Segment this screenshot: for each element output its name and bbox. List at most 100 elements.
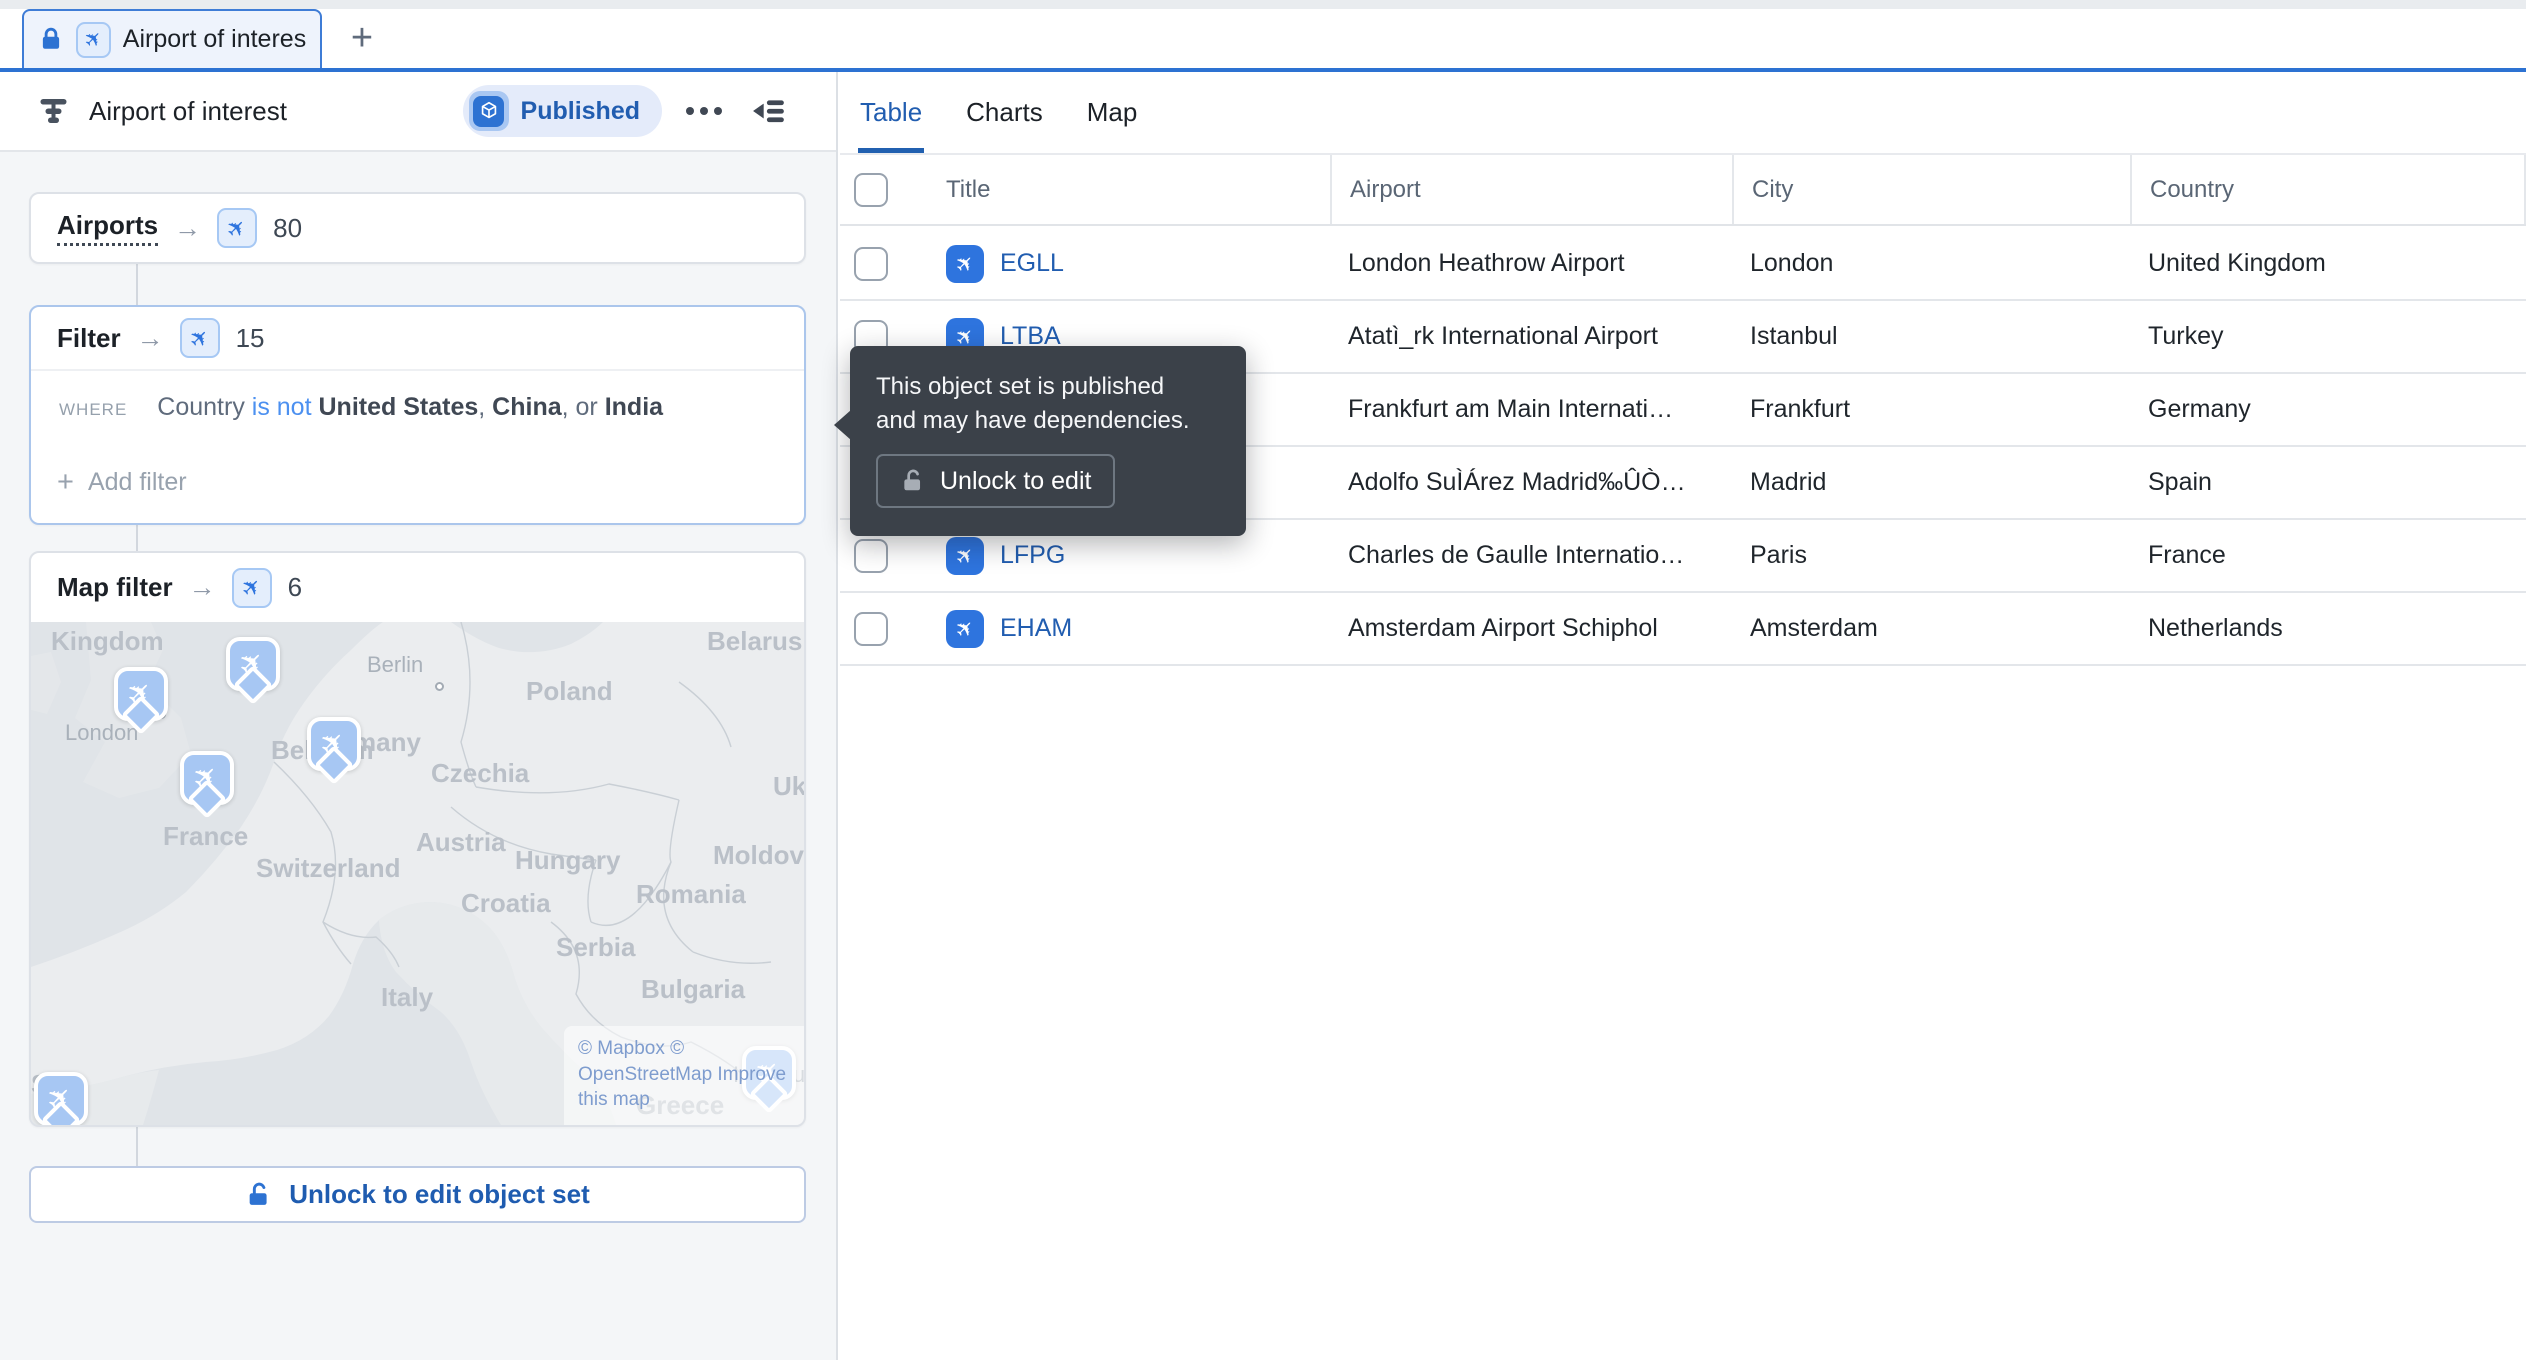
row-checkbox[interactable] [854,538,888,573]
select-all-checkbox[interactable] [854,172,888,207]
filter-sentence: Country is not United States, China, or … [157,393,664,421]
column-header-title[interactable]: Title [930,155,1330,224]
lock-icon [42,27,60,49]
airport-map-marker[interactable]: ✈ [114,667,168,721]
airplane-object-type-icon: ✈ [217,208,258,248]
country-cell: France [2148,541,2226,569]
collapse-panel-button[interactable] [746,87,792,135]
map-filter-preview[interactable]: KingdomBelarusPolandmanyBelgiumCzechiaUk… [31,622,804,1125]
where-label: WHERE [59,400,128,419]
pipeline-panel: Airports → ✈ 80 Filter → ✈ 15 WHERE Coun… [0,154,836,1360]
collapse-list-icon [753,100,784,123]
airport-cell: Amsterdam Airport Schiphol [1348,614,1658,642]
map-country-label: Romania [636,879,746,909]
airport-map-marker[interactable]: ✈ [180,751,234,805]
unlock-to-edit-button[interactable]: Unlock to edit [876,454,1116,509]
row-checkbox[interactable] [854,246,888,281]
map-country-label: Moldova [713,840,804,870]
view-tabs: Table Charts Map [840,72,2526,153]
airplane-object-icon: ✈ [946,244,984,283]
published-badge[interactable]: Published [462,85,662,137]
airport-map-marker[interactable]: ✈ [226,637,280,691]
table-row: ✈ EGLL London Heathrow Airport London Un… [840,228,2526,301]
object-set-filter-icon [40,99,67,123]
node-connector [136,1127,138,1166]
map-country-label: Serbia [556,932,636,962]
new-tab-button[interactable]: + [338,14,386,62]
filter-clause: WHERE Country is not United States, Chin… [59,393,778,422]
node-card-filter[interactable]: Filter → ✈ 15 WHERE Country is not Unite… [29,305,806,525]
window-top-strip [0,0,2526,9]
tooltip-arrow [834,410,851,440]
node-card-map-filter[interactable]: Map filter → ✈ 6 Kingdom Belarus Poland … [29,551,806,1127]
airport-cell: Charles de Gaulle Internatio… [1348,541,1685,569]
country-cell: Germany [2148,395,2251,423]
airplane-icon: ✈ [313,723,355,765]
object-link[interactable]: EGLL [1000,249,1064,278]
title-cell: ✈ EGLL [930,228,1330,299]
object-set-sidebar: Airport of interest Published Airports →… [0,72,838,1360]
more-options-button[interactable] [680,87,728,135]
airport-map-marker[interactable]: ✈ [34,1072,88,1125]
unlock-to-edit-object-set-button[interactable]: Unlock to edit object set [29,1166,806,1223]
object-set-title: Airport of interest [89,95,287,126]
tab-title: Airport of interest [122,25,306,53]
tab-strip: ✈ Airport of interest + [0,0,2526,68]
column-header-airport[interactable]: Airport [1330,155,1732,224]
object-link[interactable]: EHAM [1000,614,1072,643]
sidebar-header: Airport of interest Published [0,72,836,152]
node-card-airports[interactable]: Airports → ✈ 80 [29,192,806,264]
airplane-object-type-icon: ✈ [75,21,111,58]
ellipsis-icon [686,107,722,115]
column-header-country[interactable]: Country [2130,155,2526,224]
tab-charts[interactable]: Charts [966,72,1043,153]
map-country-label: Austria [416,827,506,857]
node-count: 80 [273,212,303,243]
node-count: 15 [235,322,265,353]
tab-table[interactable]: Table [857,72,925,153]
map-city-label: Berlin [367,652,424,677]
unlock-icon [249,1182,267,1205]
map-country-label: Uk [773,771,804,801]
airport-cell: London Heathrow Airport [1348,249,1625,277]
map-country-label: Belarus [707,626,803,656]
airplane-icon: ✈ [232,643,274,685]
airport-cell: Adolfo SuÌÁrez Madrid‰ÛÒ… [1348,468,1686,496]
airport-cell: Atatì_rk International Airport [1348,322,1658,350]
airplane-object-type-icon: ✈ [179,318,220,358]
airplane-object-type-icon: ✈ [231,567,272,608]
airport-cell: Frankfurt am Main Internati… [1348,395,1674,423]
map-city-dot [435,682,444,691]
tab-map[interactable]: Map [1087,72,1138,153]
country-cell: Spain [2148,468,2212,496]
map-country-label: Switzerland [256,853,401,883]
document-tab[interactable]: ✈ Airport of interest [22,9,322,68]
row-checkbox-cell [840,228,930,299]
airplane-icon: ✈ [186,757,228,799]
map-country-label: Hungary [515,845,621,875]
results-panel: Table Charts Map Title Airport City Coun… [840,72,2526,1360]
map-attribution[interactable]: © Mapbox © OpenStreetMap Improve this ma… [564,1026,804,1125]
add-filter-button[interactable]: + Add filter [57,466,778,499]
column-header-city[interactable]: City [1732,155,2130,224]
airplane-icon: ✈ [40,1078,82,1120]
object-link[interactable]: LFPG [1000,541,1065,570]
airplane-object-icon: ✈ [946,609,984,648]
arrow-icon: → [188,572,216,602]
country-cell: United Kingdom [2148,249,2326,277]
map-country-label: Bulgaria [641,974,746,1004]
country-cell: Netherlands [2148,614,2283,642]
row-checkbox[interactable] [854,611,888,646]
node-name-airports[interactable]: Airports [57,210,159,246]
cube-icon [468,91,509,131]
header-checkbox-cell [840,155,930,224]
map-country-label: France [163,821,249,851]
airport-map-marker[interactable]: ✈ [307,717,361,771]
city-cell: Amsterdam [1750,614,1878,642]
row-checkbox-cell [840,593,930,664]
map-country-label: Italy [381,982,434,1012]
table-row: ✈ EHAM Amsterdam Airport Schiphol Amster… [840,593,2526,666]
city-cell: Madrid [1750,468,1827,496]
map-country-label: Czechia [431,758,530,788]
map-country-label: Croatia [461,888,551,918]
